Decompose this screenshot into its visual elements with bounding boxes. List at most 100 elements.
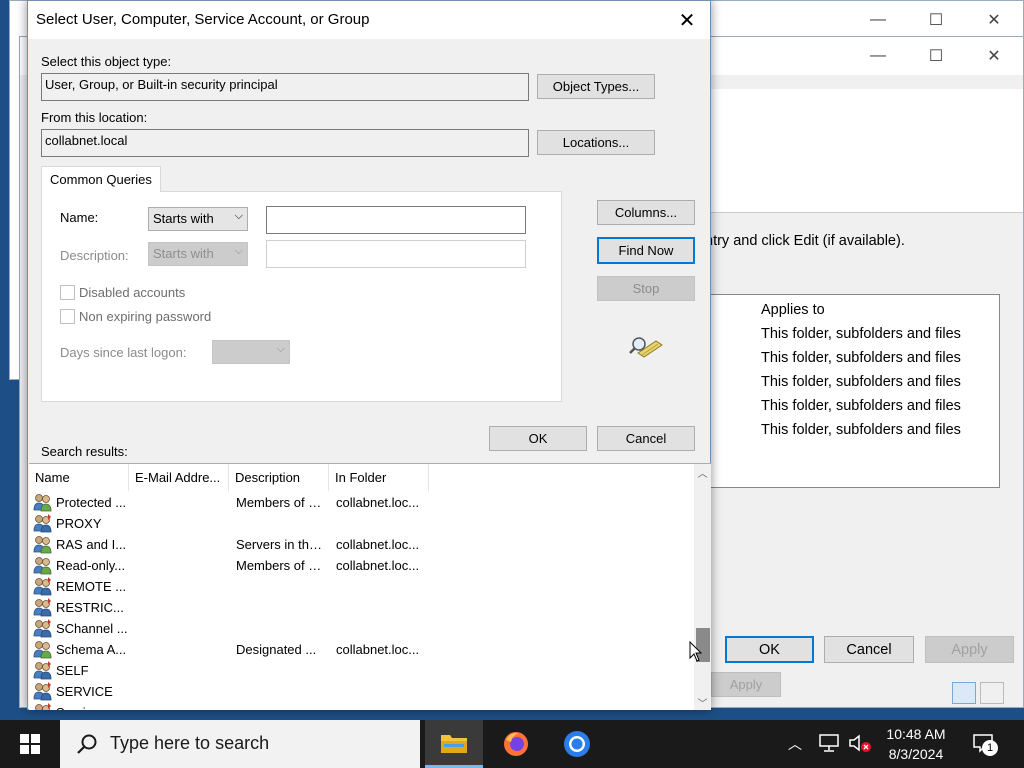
- permission-entries-list[interactable]: Applies to This folder, subfolders and f…: [700, 294, 1000, 488]
- description-filter-select: Starts with ⌵: [148, 242, 248, 266]
- applies-to-cell[interactable]: This folder, subfolders and files: [761, 350, 961, 366]
- group-icon: [33, 493, 53, 512]
- tab-common-queries[interactable]: Common Queries: [41, 166, 161, 192]
- principal-icon: [33, 514, 53, 533]
- result-description: Servers in thi...: [236, 537, 322, 552]
- column-header-folder[interactable]: In Folder: [329, 464, 429, 491]
- column-header-email[interactable]: E-Mail Addre...: [129, 464, 229, 491]
- file-explorer-icon[interactable]: [425, 720, 483, 768]
- close-icon[interactable]: ✕: [664, 1, 710, 39]
- applies-to-cell[interactable]: This folder, subfolders and files: [761, 422, 961, 438]
- result-name: Read-only...: [56, 558, 126, 573]
- applies-to-cell[interactable]: This folder, subfolders and files: [761, 398, 961, 414]
- disabled-accounts-label: Disabled accounts: [79, 285, 186, 300]
- principal-icon: [33, 577, 53, 596]
- maximize-icon[interactable]: ☐: [907, 37, 965, 75]
- days-since-logon-select: ⌵: [212, 340, 290, 364]
- group-icon: [33, 556, 53, 575]
- location-label: From this location:: [41, 110, 148, 125]
- applies-to-cell[interactable]: This folder, subfolders and files: [761, 326, 961, 342]
- applies-to-header[interactable]: Applies to: [761, 302, 825, 318]
- chevron-down-icon: ⌵: [234, 245, 243, 257]
- select-principal-dialog: Select User, Computer, Service Account, …: [27, 0, 711, 710]
- days-since-logon-label: Days since last logon:: [60, 345, 187, 360]
- clock[interactable]: 10:48 AM 8/3/2024: [880, 724, 952, 764]
- column-header-description[interactable]: Description: [229, 464, 329, 491]
- minimize-icon[interactable]: —: [849, 1, 907, 39]
- chevron-down-icon: ⌵: [276, 343, 285, 355]
- result-row[interactable]: PROXY: [29, 513, 429, 534]
- firefox-icon[interactable]: [487, 720, 545, 768]
- description-label: Description:: [60, 248, 129, 263]
- description-input: [266, 240, 526, 268]
- close-icon[interactable]: ✕: [965, 1, 1023, 39]
- result-row[interactable]: SERVICE: [29, 681, 429, 702]
- result-name: REMOTE ...: [56, 579, 127, 594]
- permissions-apply-button: Apply: [925, 636, 1014, 663]
- name-input[interactable]: [266, 206, 526, 234]
- result-row[interactable]: SChannel ...: [29, 618, 429, 639]
- column-header-name[interactable]: Name: [29, 464, 129, 491]
- result-row[interactable]: SELF: [29, 660, 429, 681]
- location-field: collabnet.local: [41, 129, 529, 157]
- result-row[interactable]: Protected ... Members of t... collabnet.lo…: [29, 492, 429, 513]
- applies-to-cell[interactable]: This folder, subfolders and files: [761, 374, 961, 390]
- result-row[interactable]: Schema A... Designated ... collabnet.loc..…: [29, 639, 429, 660]
- result-description: Designated ...: [236, 642, 317, 657]
- description-filter-value: Starts with: [153, 246, 214, 261]
- cancel-button[interactable]: Cancel: [597, 426, 695, 451]
- dialog-titlebar: Select User, Computer, Service Account, …: [28, 1, 710, 39]
- large-icons-view-icon[interactable]: [980, 682, 1004, 704]
- columns-button[interactable]: Columns...: [597, 200, 695, 225]
- permissions-ok-button[interactable]: OK: [725, 636, 814, 663]
- dialog-title: Select User, Computer, Service Account, …: [36, 11, 370, 28]
- maximize-icon[interactable]: ☐: [907, 1, 965, 39]
- clock-time: 10:48 AM: [886, 726, 946, 742]
- result-name: RESTRIC...: [56, 600, 124, 615]
- name-label: Name:: [60, 210, 99, 225]
- disabled-accounts-checkbox: [60, 285, 75, 300]
- group-icon: [33, 640, 53, 659]
- taskbar: Type here to search ︿ 10:48 AM 8/3/2024 …: [0, 720, 1024, 768]
- network-icon[interactable]: [818, 733, 840, 756]
- result-row[interactable]: Read-only... Members of t... collabnet.loc…: [29, 555, 429, 576]
- taskbar-search-box[interactable]: Type here to search: [60, 720, 420, 768]
- volume-muted-icon[interactable]: [848, 733, 872, 756]
- principal-icon: [33, 661, 53, 680]
- result-folder: collabnet.loc...: [336, 642, 420, 657]
- result-row[interactable]: RAS and I... Servers in thi... collabnet.l…: [29, 534, 429, 555]
- results-scrollbar[interactable]: ︿ ﹀: [694, 464, 711, 710]
- object-type-label: Select this object type:: [41, 54, 172, 69]
- chrome-icon[interactable]: [548, 720, 606, 768]
- minimize-icon[interactable]: —: [849, 37, 907, 75]
- result-name: SERVICE: [56, 684, 113, 699]
- result-folder: collabnet.loc...: [336, 558, 420, 573]
- close-icon[interactable]: ✕: [965, 37, 1023, 75]
- start-button[interactable]: [0, 720, 60, 768]
- result-name: RAS and I...: [56, 537, 127, 552]
- scroll-down-icon[interactable]: ﹀: [694, 694, 711, 710]
- chevron-down-icon: ⌵: [234, 210, 243, 222]
- result-row[interactable]: Service a...: [29, 702, 429, 710]
- search-icon: [77, 734, 97, 754]
- view-toggle[interactable]: [952, 682, 1004, 704]
- locations-button[interactable]: Locations...: [537, 130, 655, 155]
- result-name: SELF: [56, 663, 89, 678]
- result-description: Members of t...: [236, 495, 322, 510]
- notification-icon[interactable]: 1: [972, 732, 998, 757]
- search-placeholder: Type here to search: [110, 733, 270, 753]
- search-results-list[interactable]: Name E-Mail Addre... Description In Fold…: [29, 463, 711, 710]
- object-types-button[interactable]: Object Types...: [537, 74, 655, 99]
- name-filter-select[interactable]: Starts with ⌵: [148, 207, 248, 231]
- result-row[interactable]: REMOTE ...: [29, 576, 429, 597]
- ok-button[interactable]: OK: [489, 426, 587, 451]
- details-view-icon[interactable]: [952, 682, 976, 704]
- principal-icon: [33, 598, 53, 617]
- stop-button: Stop: [597, 276, 695, 301]
- find-now-button[interactable]: Find Now: [597, 237, 695, 264]
- result-name: Service a...: [56, 705, 130, 710]
- result-row[interactable]: RESTRIC...: [29, 597, 429, 618]
- chevron-up-icon[interactable]: ︿: [788, 734, 802, 754]
- permissions-cancel-button[interactable]: Cancel: [824, 636, 914, 663]
- scroll-up-icon[interactable]: ︿: [694, 464, 711, 481]
